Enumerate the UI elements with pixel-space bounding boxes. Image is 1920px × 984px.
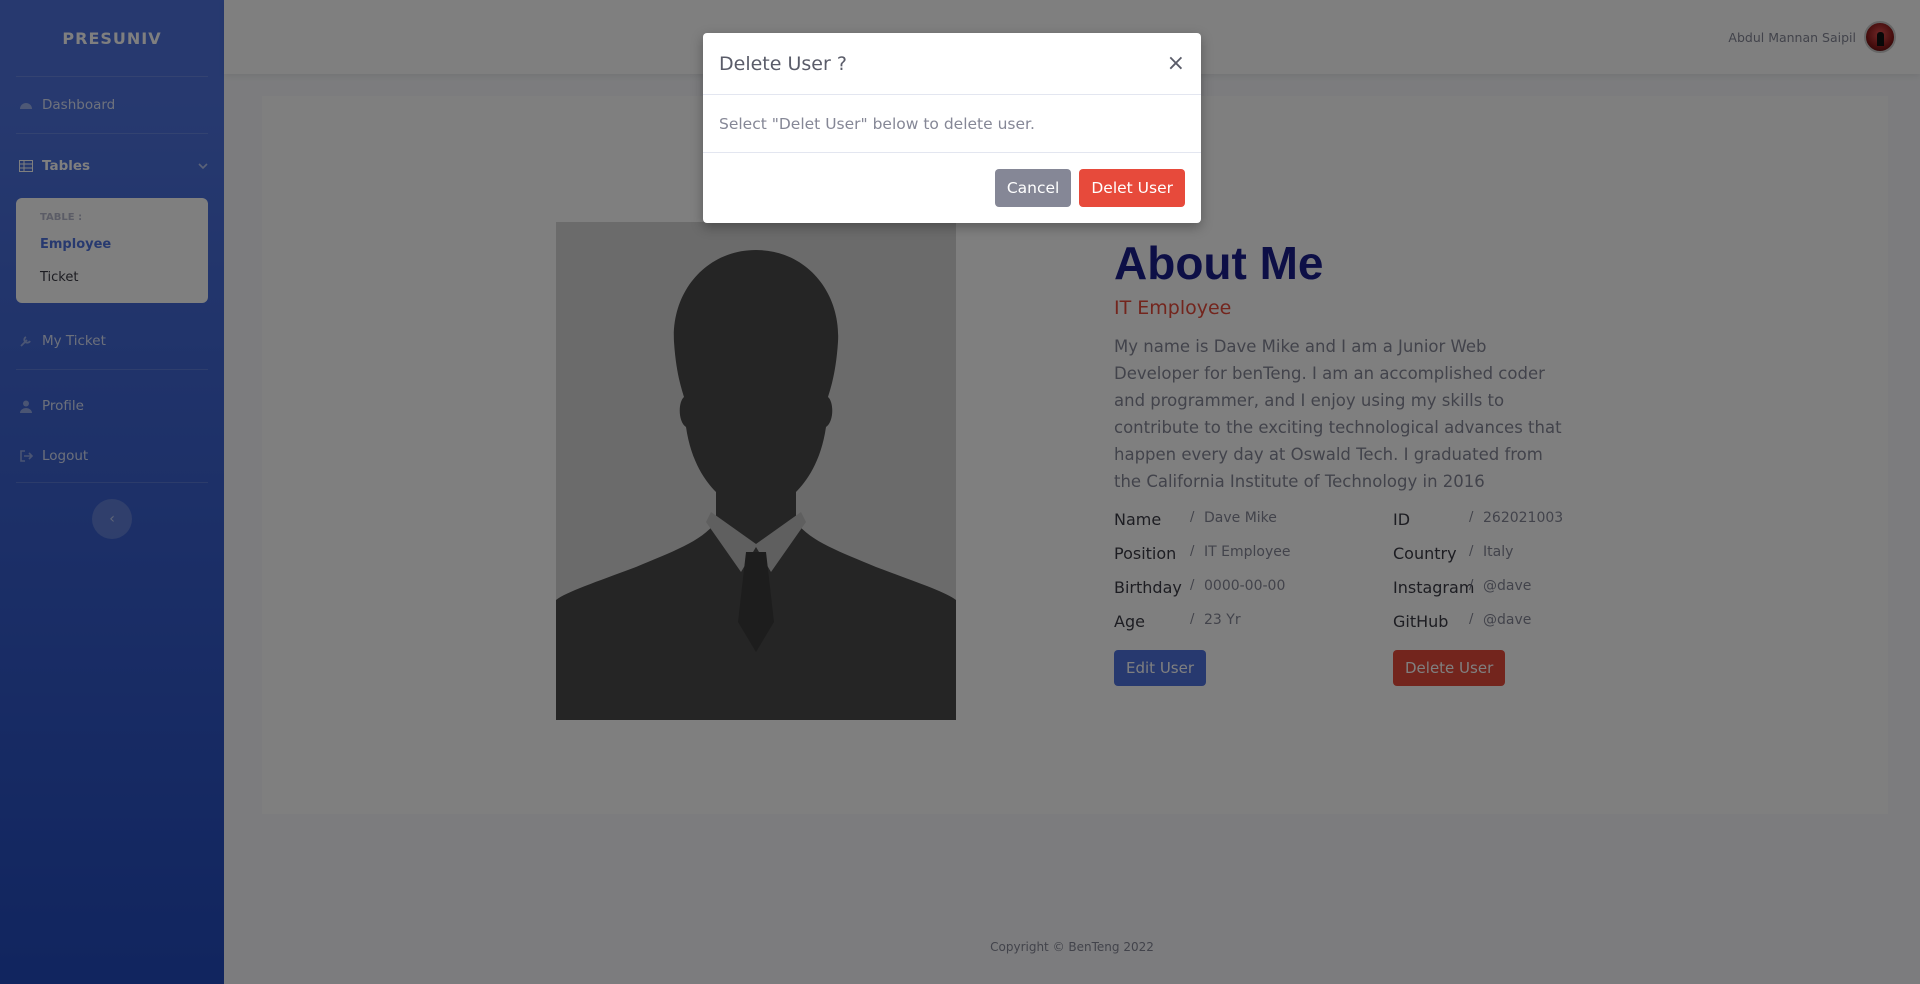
- delete-user-modal: Delete User ? × Select "Delet User" belo…: [703, 33, 1201, 223]
- modal-header: Delete User ? ×: [703, 33, 1201, 95]
- modal-body: Select "Delet User" below to delete user…: [703, 95, 1201, 153]
- cancel-button[interactable]: Cancel: [994, 169, 1072, 207]
- confirm-delete-button[interactable]: Delet User: [1079, 169, 1185, 207]
- modal-title: Delete User ?: [719, 52, 847, 75]
- modal-footer: Cancel Delet User: [703, 153, 1201, 223]
- close-icon[interactable]: ×: [1167, 51, 1185, 76]
